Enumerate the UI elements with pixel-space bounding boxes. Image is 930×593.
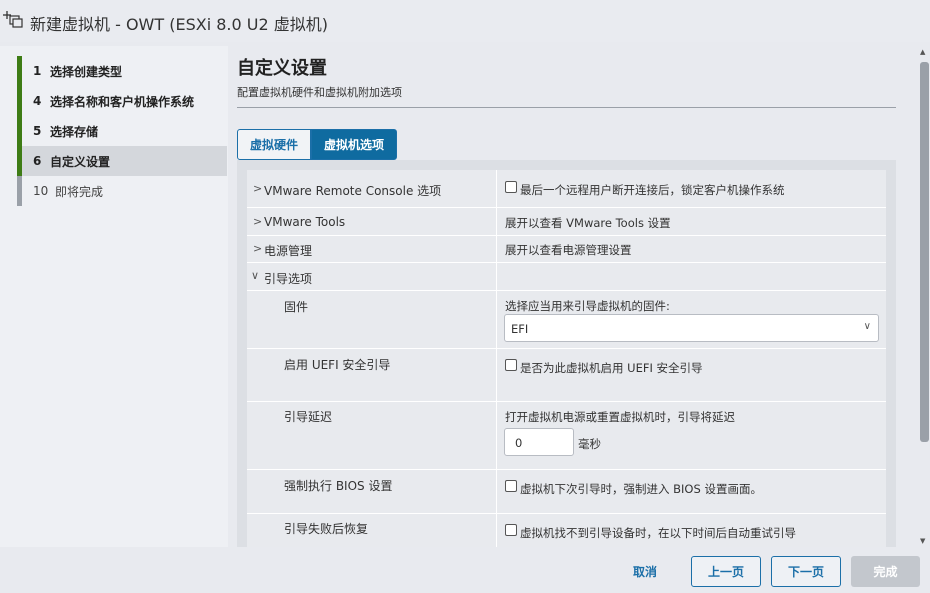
row-label: 强制执行 BIOS 设置 — [284, 479, 393, 493]
boot-delay-input[interactable]: 0 — [504, 428, 574, 456]
chevron-right-icon[interactable]: > — [253, 215, 262, 228]
divider — [237, 107, 896, 108]
row-value: 展开以查看 VMware Tools 设置 — [497, 208, 886, 235]
step-ready-to-complete: 10 即将完成 — [17, 176, 227, 206]
chevron-down-icon: ∨ — [863, 321, 871, 332]
row-value: 最后一个远程用户断开连接后，锁定客户机操作系统 — [497, 170, 886, 207]
step-label: 自定义设置 — [50, 154, 111, 169]
row-header[interactable]: > 电源管理 — [247, 236, 497, 262]
step-customize-settings[interactable]: 6 自定义设置 — [17, 146, 227, 176]
step-progress-bar — [17, 56, 22, 86]
secure-boot-checkbox[interactable] — [505, 359, 517, 371]
row-label: 固件 — [284, 300, 309, 314]
input-value: 0 — [515, 436, 523, 450]
row-header[interactable]: > VMware Remote Console 选项 — [247, 170, 497, 207]
step-number: 6 — [33, 154, 42, 168]
main-content: 自定义设置 配置虚拟机硬件和虚拟机附加选项 虚拟硬件 虚拟机选项 > VMwar… — [228, 46, 918, 547]
row-label: 引导失败后恢复 — [284, 522, 369, 536]
boot-retry-checkbox[interactable] — [505, 524, 517, 536]
row-value — [497, 263, 886, 290]
next-button[interactable]: 下一页 — [771, 556, 841, 587]
row-hint: 展开以查看 VMware Tools 设置 — [505, 216, 671, 230]
checkbox-label: 虚拟机下次引导时，强制进入 BIOS 设置画面。 — [520, 482, 762, 496]
wizard-steps: 1 选择创建类型 4 选择名称和客户机操作系统 5 选择存储 6 自定义设置 1… — [0, 46, 228, 547]
step-progress-bar — [17, 116, 22, 146]
chevron-right-icon[interactable]: > — [253, 182, 262, 195]
force-bios-checkbox[interactable] — [505, 480, 517, 492]
row-header[interactable]: ∨ 引导选项 — [247, 263, 497, 290]
row-value: 展开以查看电源管理设置 — [497, 236, 886, 262]
step-label: 即将完成 — [55, 184, 104, 199]
select-value: EFI — [511, 322, 529, 336]
options-panel: > VMware Remote Console 选项 最后一个远程用户断开连接后… — [237, 160, 896, 547]
row-label: 电源管理 — [264, 244, 313, 258]
row-hint: 展开以查看电源管理设置 — [505, 243, 632, 257]
step-number: 10 — [33, 184, 49, 198]
row-vmrc-options: > VMware Remote Console 选项 最后一个远程用户断开连接后… — [247, 170, 886, 208]
row-firmware: 固件 选择应当用来引导虚拟机的固件: EFI ∨ — [247, 291, 886, 349]
row-value: 虚拟机下次引导时，强制进入 BIOS 设置画面。 — [497, 470, 886, 513]
checkbox-label: 是否为此虚拟机启用 UEFI 安全引导 — [520, 361, 703, 375]
row-label: 启用 UEFI 安全引导 — [284, 358, 391, 372]
row-label: VMware Remote Console 选项 — [264, 184, 442, 198]
page-subtitle: 配置虚拟机硬件和虚拟机附加选项 — [237, 86, 402, 99]
row-hint: 选择应当用来引导虚拟机的固件: — [505, 299, 670, 313]
scroll-down-arrow-icon[interactable]: ▼ — [920, 537, 925, 545]
row-force-bios: 强制执行 BIOS 设置 虚拟机下次引导时，强制进入 BIOS 设置画面。 — [247, 470, 886, 514]
row-boot-options: ∨ 引导选项 — [247, 263, 886, 291]
unit-label: 毫秒 — [578, 437, 601, 451]
title-bar: 新建虚拟机 - OWT (ESXi 8.0 U2 虚拟机) — [0, 0, 930, 42]
step-progress-bar — [17, 176, 22, 206]
finish-button[interactable]: 完成 — [851, 556, 920, 587]
window-title: 新建虚拟机 - OWT (ESXi 8.0 U2 虚拟机) — [30, 15, 328, 34]
page-title: 自定义设置 — [237, 58, 327, 79]
row-hint: 打开虚拟机电源或重置虚拟机时，引导将延迟 — [505, 410, 735, 424]
checkbox-label: 虚拟机找不到引导设备时，在以下时间后自动重试引导 — [520, 526, 796, 540]
row-label: 引导延迟 — [284, 410, 333, 424]
step-select-storage[interactable]: 5 选择存储 — [17, 116, 227, 146]
row-uefi-secure-boot: 启用 UEFI 安全引导 是否为此虚拟机启用 UEFI 安全引导 — [247, 349, 886, 402]
row-value: 选择应当用来引导虚拟机的固件: EFI ∨ — [497, 291, 886, 348]
step-number: 1 — [33, 64, 42, 78]
step-label: 选择存储 — [50, 124, 99, 139]
cancel-button[interactable]: 取消 — [620, 556, 670, 587]
step-number: 4 — [33, 94, 42, 108]
step-label: 选择创建类型 — [50, 64, 123, 79]
checkbox-label: 最后一个远程用户断开连接后，锁定客户机操作系统 — [520, 183, 785, 197]
back-button[interactable]: 上一页 — [691, 556, 761, 587]
row-value: 虚拟机找不到引导设备时，在以下时间后自动重试引导 — [497, 514, 886, 547]
wizard-footer: 取消 上一页 下一页 完成 — [0, 547, 930, 593]
firmware-select[interactable]: EFI ∨ — [504, 314, 879, 342]
row-vmware-tools: > VMware Tools 展开以查看 VMware Tools 设置 — [247, 208, 886, 236]
row-label: 引导选项 — [264, 272, 313, 286]
row-value: 是否为此虚拟机启用 UEFI 安全引导 — [497, 349, 886, 401]
step-label: 选择名称和客户机操作系统 — [50, 94, 195, 109]
new-vm-icon — [3, 11, 23, 28]
step-progress-bar — [17, 86, 22, 116]
row-power-management: > 电源管理 展开以查看电源管理设置 — [247, 236, 886, 263]
chevron-down-icon[interactable]: ∨ — [251, 269, 259, 282]
row-header[interactable]: > VMware Tools — [247, 208, 497, 235]
row-value: 打开虚拟机电源或重置虚拟机时，引导将延迟 0 毫秒 — [497, 402, 886, 469]
chevron-right-icon[interactable]: > — [253, 242, 262, 255]
tab-bar: 虚拟硬件 虚拟机选项 — [237, 129, 398, 160]
tab-vm-options[interactable]: 虚拟机选项 — [311, 129, 398, 160]
scrollbar-thumb[interactable] — [920, 62, 929, 442]
scroll-up-arrow-icon[interactable]: ▲ — [920, 48, 925, 56]
tab-virtual-hardware[interactable]: 虚拟硬件 — [237, 129, 312, 160]
step-select-creation-type[interactable]: 1 选择创建类型 — [17, 56, 227, 86]
lock-guest-checkbox[interactable] — [505, 181, 517, 193]
step-number: 5 — [33, 124, 42, 138]
step-select-name-os[interactable]: 4 选择名称和客户机操作系统 — [17, 86, 227, 116]
row-boot-delay: 引导延迟 打开虚拟机电源或重置虚拟机时，引导将延迟 0 毫秒 — [247, 402, 886, 470]
step-progress-bar — [17, 146, 22, 176]
row-failed-boot-recovery: 引导失败后恢复 虚拟机找不到引导设备时，在以下时间后自动重试引导 — [247, 514, 886, 547]
row-label: VMware Tools — [264, 215, 346, 229]
